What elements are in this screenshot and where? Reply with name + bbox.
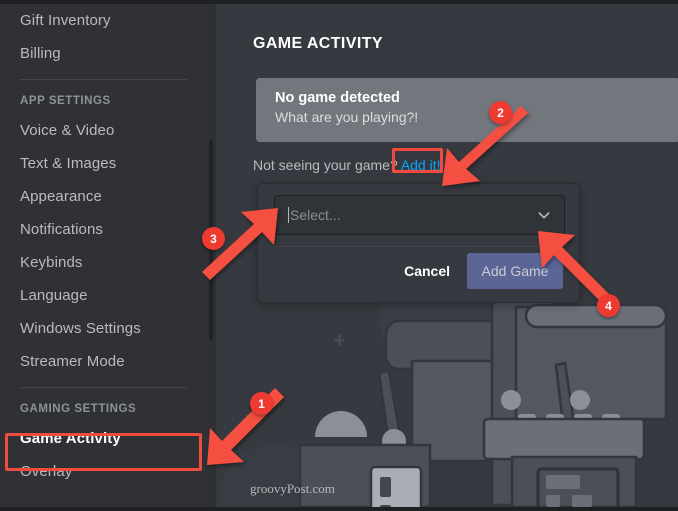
chevron-down-icon: [538, 212, 550, 219]
settings-scrollbar-thumb[interactable]: [209, 140, 213, 340]
sidebar-item-label: Overlay: [20, 463, 73, 480]
sidebar-item-label: Billing: [20, 45, 61, 62]
watermark: groovyPost.com: [250, 481, 335, 496]
sidebar-item-label: Game Activity: [20, 430, 121, 447]
sidebar-item-label: Notifications: [20, 221, 104, 238]
add-game-dialog: Select... Cancel Add Game: [257, 183, 580, 303]
no-game-detected-banner: No game detected What are you playing?!: [256, 78, 678, 142]
sidebar-item-label: Windows Settings: [20, 320, 141, 337]
dialog-actions: Cancel Add Game: [398, 253, 563, 289]
sidebar-item-label: Gift Inventory: [20, 12, 111, 29]
cancel-button[interactable]: Cancel: [398, 255, 456, 287]
window-top-border: [0, 0, 678, 4]
sidebar-header-gaming-settings: GAMING SETTINGS: [20, 403, 137, 415]
sidebar-item-label: Text & Images: [20, 155, 117, 172]
sidebar-item-label: Voice & Video: [20, 122, 115, 139]
add-game-button[interactable]: Add Game: [467, 253, 563, 289]
sidebar-item-windows-settings[interactable]: Windows Settings: [0, 312, 207, 345]
sidebar-item-game-activity[interactable]: Game Activity: [0, 422, 207, 455]
hint-text: Not seeing your game?: [253, 157, 398, 173]
status-subtitle: What are you playing?!: [275, 109, 419, 125]
discord-settings-window: Gift Inventory Billing APP SETTINGS Voic…: [0, 0, 678, 511]
sidebar-item-appearance[interactable]: Appearance: [0, 180, 207, 213]
sidebar-item-label: Language: [20, 287, 88, 304]
sidebar-divider-2: [20, 387, 187, 388]
sidebar-item-language[interactable]: Language: [0, 279, 207, 312]
sidebar-divider-1: [20, 79, 187, 80]
status-title: No game detected: [275, 90, 400, 106]
add-it-link[interactable]: Add it!: [399, 156, 443, 174]
game-activity-panel: GAME ACTIVITY No game detected What are …: [216, 4, 678, 507]
add-game-hint-row: Not seeing your game? Add it!: [253, 156, 442, 174]
sidebar-item-label: Streamer Mode: [20, 353, 125, 370]
arcade-cabinet-illustration: [218, 277, 668, 507]
settings-sidebar: Gift Inventory Billing APP SETTINGS Voic…: [0, 0, 207, 511]
game-select-placeholder: Select...: [290, 207, 341, 223]
sidebar-item-keybinds[interactable]: Keybinds: [0, 246, 207, 279]
sidebar-item-label: Keybinds: [20, 254, 83, 271]
dialog-divider: [274, 246, 565, 247]
sidebar-item-overlay[interactable]: Overlay: [0, 455, 207, 488]
game-select-dropdown[interactable]: Select...: [274, 195, 565, 235]
sidebar-item-voice-and-video[interactable]: Voice & Video: [0, 114, 207, 147]
page-title: GAME ACTIVITY: [253, 35, 383, 52]
sidebar-item-streamer-mode[interactable]: Streamer Mode: [0, 345, 207, 378]
sidebar-item-label: Appearance: [20, 188, 102, 205]
sidebar-item-gift-inventory[interactable]: Gift Inventory: [0, 4, 207, 37]
window-bottom-border: [0, 507, 678, 511]
sidebar-header-app-settings: APP SETTINGS: [20, 95, 111, 107]
sidebar-item-notifications[interactable]: Notifications: [0, 213, 207, 246]
text-cursor: [288, 207, 289, 223]
sidebar-item-billing[interactable]: Billing: [0, 37, 207, 70]
sidebar-item-text-and-images[interactable]: Text & Images: [0, 147, 207, 180]
